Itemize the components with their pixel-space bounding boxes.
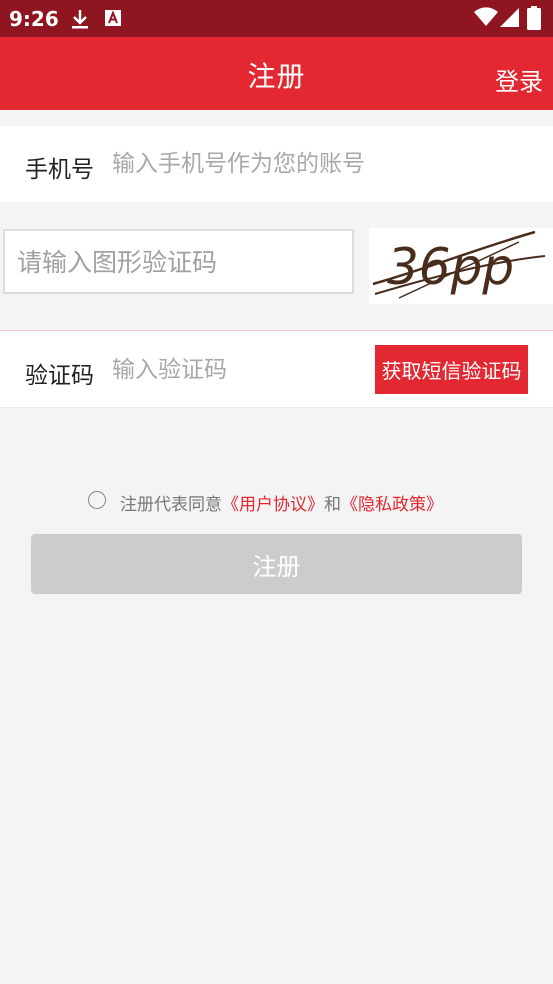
sms-code-label: 验证码: [25, 363, 94, 389]
status-time: 9:26: [9, 7, 59, 31]
privacy-policy-link[interactable]: 《隐私政策》: [341, 495, 443, 515]
agreement-conjunction: 和: [324, 495, 341, 515]
get-sms-code-button[interactable]: 获取短信验证码: [375, 345, 528, 394]
register-button[interactable]: 注册: [31, 534, 522, 594]
captcha-input-box: [3, 229, 354, 294]
download-icon: [70, 8, 90, 34]
page-title: 注册: [247, 60, 306, 93]
phone-input[interactable]: [112, 148, 532, 180]
agreement-text: 注册代表同意《用户协议》和《隐私政策》: [120, 490, 443, 515]
font-a-icon: [104, 8, 122, 32]
captcha-image[interactable]: 36pp: [369, 228, 553, 304]
wifi-icon: [474, 7, 498, 31]
status-bar: 9:26: [0, 0, 553, 37]
battery-icon: [527, 6, 541, 34]
captcha-text: 36pp: [387, 238, 514, 296]
phone-label: 手机号: [25, 157, 94, 183]
sms-code-input[interactable]: [112, 354, 362, 386]
agreement-prefix: 注册代表同意: [120, 495, 222, 515]
sms-row: 验证码 获取短信验证码: [0, 330, 553, 408]
signal-icon: [500, 8, 520, 32]
app-bar: 注册 登录: [0, 37, 553, 110]
login-button[interactable]: 登录: [495, 62, 543, 97]
agree-radio[interactable]: [88, 491, 106, 509]
captcha-input[interactable]: [17, 245, 337, 279]
phone-row: 手机号: [0, 126, 553, 202]
agreement-row: 注册代表同意《用户协议》和《隐私政策》: [0, 489, 553, 515]
user-agreement-link[interactable]: 《用户协议》: [222, 495, 324, 515]
